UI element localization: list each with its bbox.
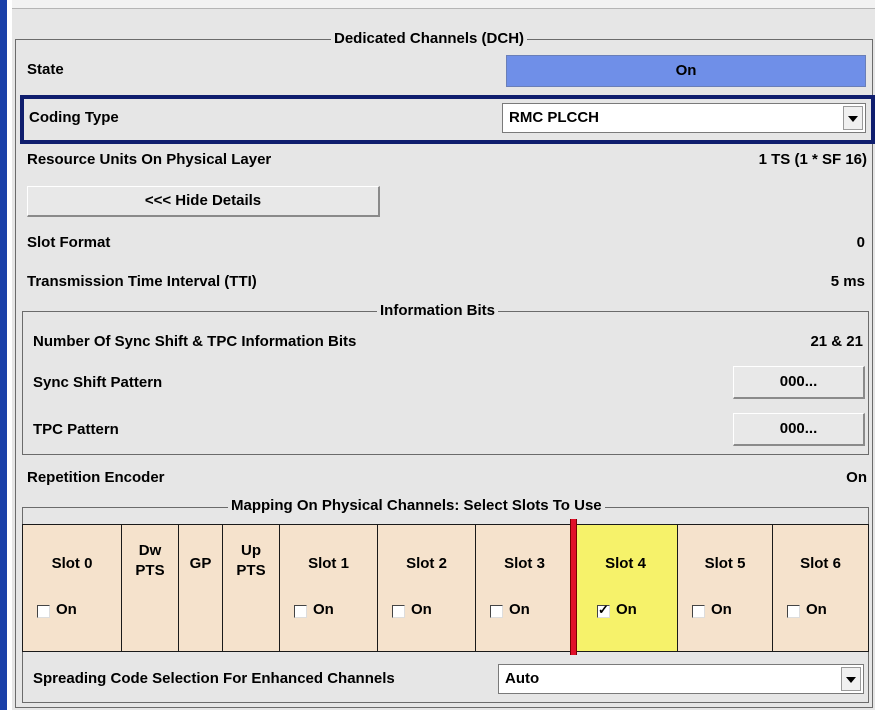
slot-on-label: On: [313, 601, 334, 618]
slot-on-label: On: [411, 601, 432, 618]
top-strip: [12, 0, 875, 9]
chevron-down-icon: [848, 116, 858, 122]
coding-type-select[interactable]: RMC PLCCH: [502, 103, 866, 133]
slot-checkbox[interactable]: [787, 605, 800, 618]
spreading-code-select[interactable]: Auto: [498, 664, 864, 694]
slot-name-line1: Dw: [138, 542, 162, 559]
slot-checkbox[interactable]: [490, 605, 503, 618]
slot-grid: Slot 0 On Dw PTS GP Up PTS Slot 1 On Slo…: [22, 524, 869, 652]
coding-type-label: Coding Type: [29, 109, 119, 126]
dropdown-button[interactable]: [843, 106, 863, 130]
slot-4[interactable]: Slot 4 On: [574, 525, 678, 651]
slot-on-label: On: [616, 601, 637, 618]
mapping-group-title: Mapping On Physical Channels: Select Slo…: [228, 497, 605, 515]
dropdown-button[interactable]: [841, 667, 861, 691]
slot-on-label: On: [806, 601, 827, 618]
slot-checkbox[interactable]: [37, 605, 50, 618]
dch-group-title: Dedicated Channels (DCH): [331, 30, 528, 48]
slot-name: Slot 3: [504, 555, 545, 572]
slot-6[interactable]: Slot 6 On: [773, 525, 868, 651]
state-toggle-button[interactable]: On: [506, 55, 866, 87]
slot-uppts: Up PTS: [223, 525, 280, 651]
slot-name: Slot 6: [800, 555, 841, 572]
slot-checkbox[interactable]: [294, 605, 307, 618]
state-label: State: [27, 61, 64, 78]
slot-0[interactable]: Slot 0 On: [23, 525, 122, 651]
info-bits-group-title: Information Bits: [377, 302, 498, 320]
slot-name: Slot 2: [406, 555, 447, 572]
slot-on-label: On: [56, 601, 77, 618]
slot-name: GP: [189, 555, 212, 572]
left-accent-bar: [0, 0, 7, 710]
resource-units-value: 1 TS (1 * SF 16): [758, 151, 867, 168]
tti-label: Transmission Time Interval (TTI): [27, 273, 257, 290]
slot-2[interactable]: Slot 2 On: [378, 525, 476, 651]
sync-shift-pattern-button[interactable]: 000...: [733, 366, 865, 399]
chevron-down-icon: [846, 677, 856, 683]
slot-format-label: Slot Format: [27, 234, 111, 251]
slot-dwpts: Dw PTS: [122, 525, 179, 651]
slot-3[interactable]: Slot 3 On: [476, 525, 574, 651]
slot-name-line2: PTS: [236, 562, 266, 579]
repetition-encoder-value: On: [846, 469, 867, 486]
slot-name-line2: PTS: [135, 562, 165, 579]
num-bits-label: Number Of Sync Shift & TPC Information B…: [33, 333, 357, 350]
slot-name: Slot 1: [308, 555, 349, 572]
hide-details-button[interactable]: <<< Hide Details: [27, 186, 380, 217]
resource-units-label: Resource Units On Physical Layer: [27, 151, 272, 168]
slot-checkbox[interactable]: [597, 602, 610, 618]
switching-point-marker: [570, 519, 577, 655]
slot-format-value: 0: [856, 234, 865, 251]
slot-5[interactable]: Slot 5 On: [678, 525, 773, 651]
slot-on-label: On: [711, 601, 732, 618]
slot-1[interactable]: Slot 1 On: [280, 525, 378, 651]
slot-on-label: On: [509, 601, 530, 618]
slot-gp: GP: [179, 525, 223, 651]
tpc-pattern-button[interactable]: 000...: [733, 413, 865, 446]
coding-type-value: RMC PLCCH: [509, 109, 599, 126]
tti-value: 5 ms: [830, 273, 865, 290]
spreading-code-value: Auto: [505, 670, 540, 687]
slot-name: Slot 4: [605, 555, 646, 572]
slot-checkbox[interactable]: [392, 605, 405, 618]
tpc-pattern-label: TPC Pattern: [33, 421, 119, 438]
slot-name: Slot 5: [704, 555, 746, 572]
num-bits-value: 21 & 21: [810, 333, 863, 350]
sync-shift-label: Sync Shift Pattern: [33, 374, 163, 391]
repetition-encoder-label: Repetition Encoder: [27, 469, 165, 486]
slot-name-line1: Up: [241, 542, 261, 559]
slot-checkbox[interactable]: [692, 605, 705, 618]
spreading-code-label: Spreading Code Selection For Enhanced Ch…: [33, 670, 395, 687]
slot-name: Slot 0: [51, 555, 93, 572]
